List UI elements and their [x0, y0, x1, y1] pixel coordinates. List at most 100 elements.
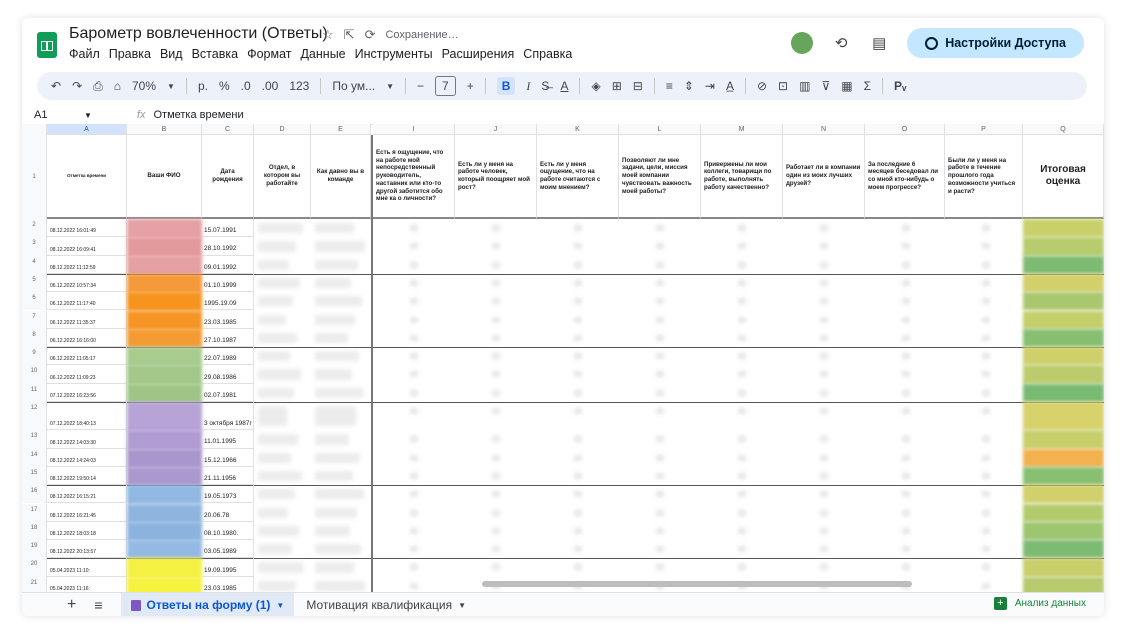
total-score-cell-redacted[interactable] [1023, 466, 1104, 486]
answer-cell-redacted[interactable] [738, 243, 746, 250]
answer-cell-redacted[interactable] [738, 527, 746, 534]
number-format-button[interactable]: 123 [289, 79, 309, 93]
answer-cell-redacted[interactable] [982, 546, 990, 553]
functions-icon[interactable]: Σ [864, 79, 871, 93]
redacted-cell[interactable] [315, 259, 358, 270]
birthdate-cell[interactable]: 29.08.1986 [202, 365, 254, 384]
row-header[interactable]: 20 [22, 558, 47, 577]
redacted-cell[interactable] [315, 544, 361, 555]
font-size-input[interactable]: 7 [435, 76, 456, 96]
answer-cell-redacted[interactable] [410, 371, 418, 378]
redacted-cell[interactable] [258, 452, 291, 463]
birthdate-cell[interactable]: 28.10.1992 [202, 237, 254, 256]
total-score-cell-redacted[interactable] [1023, 219, 1104, 238]
name-cell-redacted[interactable] [127, 503, 202, 523]
answer-cell-redacted[interactable] [492, 436, 500, 443]
answer-cell-redacted[interactable] [902, 389, 910, 396]
total-score-cell-redacted[interactable] [1023, 383, 1104, 402]
answer-cell-redacted[interactable] [410, 509, 418, 516]
answer-cell-redacted[interactable] [656, 371, 664, 378]
answer-cell-redacted[interactable] [574, 389, 582, 396]
birthdate-cell[interactable]: 19.09.1995 [202, 558, 254, 577]
answer-cell-redacted[interactable] [574, 279, 582, 286]
redacted-cell[interactable] [258, 406, 287, 427]
menu-tools[interactable]: Инструменты [355, 47, 433, 61]
select-all-corner[interactable] [22, 124, 47, 135]
menu-help[interactable]: Справка [523, 47, 572, 61]
answer-cell-redacted[interactable] [656, 491, 664, 498]
timestamp-cell[interactable]: 07.12.2022 16:23:56 [47, 383, 127, 402]
redacted-cell[interactable] [258, 296, 293, 307]
answer-cell-redacted[interactable] [410, 243, 418, 250]
row-header[interactable]: 16 [22, 485, 47, 504]
column-header-k[interactable]: K [537, 124, 619, 135]
timestamp-cell[interactable]: 05.04.2023 11:10: [47, 558, 127, 577]
answer-cell-redacted[interactable] [492, 298, 500, 305]
percent-format-button[interactable]: % [219, 79, 230, 93]
answer-cell-redacted[interactable] [410, 564, 418, 571]
total-score-cell-redacted[interactable] [1023, 310, 1104, 329]
answer-cell-redacted[interactable] [492, 408, 500, 414]
timestamp-cell[interactable]: 06.12.2022 11:05:17 [47, 347, 127, 366]
decrease-decimal-button[interactable]: .0 [241, 79, 251, 93]
answer-cell-redacted[interactable] [902, 454, 910, 461]
answer-cell-redacted[interactable] [492, 353, 500, 360]
name-cell-redacted[interactable] [127, 521, 202, 542]
answer-cell-redacted[interactable] [820, 546, 828, 553]
answer-cell-redacted[interactable] [410, 546, 418, 553]
timestamp-cell[interactable]: 08.12.2022 16:15:21 [47, 485, 127, 504]
input-tools-icon[interactable]: Pᵥ [894, 79, 906, 93]
name-cell-redacted[interactable] [127, 328, 202, 349]
answer-cell-redacted[interactable] [738, 389, 746, 396]
row-header[interactable]: 17 [22, 503, 47, 522]
answer-cell-redacted[interactable] [492, 261, 500, 268]
header-cell-e[interactable]: Как давно вы в команде [311, 135, 371, 219]
answer-cell-redacted[interactable] [738, 546, 746, 553]
timestamp-cell[interactable]: 08.12.2022 14:24:03 [47, 448, 127, 467]
timestamp-cell[interactable]: 06.12.2022 10:57:34 [47, 273, 127, 293]
all-sheets-icon[interactable]: ≡ [94, 597, 102, 613]
name-cell-redacted[interactable] [127, 430, 202, 450]
move-icon[interactable]: ⇱ [344, 27, 355, 43]
answer-cell-redacted[interactable] [982, 334, 990, 341]
redacted-cell[interactable] [258, 507, 288, 518]
filter-views-icon[interactable]: ▦ [841, 79, 852, 93]
answer-cell-redacted[interactable] [574, 491, 582, 498]
answer-cell-redacted[interactable] [656, 527, 664, 534]
answer-cell-redacted[interactable] [492, 509, 500, 516]
header-cell-i[interactable]: Есть я ощущение, что на работе мой непос… [373, 135, 455, 219]
answer-cell-redacted[interactable] [574, 243, 582, 250]
cell-reference[interactable]: A1 [22, 109, 84, 121]
birthdate-cell[interactable]: 01.10.1999 [202, 273, 254, 293]
redacted-cell[interactable] [315, 406, 356, 427]
header-cell-b[interactable]: Ваши ФИО [127, 135, 202, 219]
total-score-cell-redacted[interactable] [1023, 255, 1104, 274]
explore-button[interactable]: + Анализ данных [993, 597, 1086, 610]
borders-icon[interactable]: ⊞ [612, 79, 622, 93]
answer-cell-redacted[interactable] [574, 509, 582, 516]
sheet-tab-active[interactable]: Ответы на форму (1) ▼ [120, 593, 295, 616]
redacted-cell[interactable] [315, 507, 357, 518]
answer-cell-redacted[interactable] [902, 509, 910, 516]
timestamp-cell[interactable]: 06.12.2022 11:09:23 [47, 365, 127, 384]
menu-extensions[interactable]: Расширения [442, 47, 515, 61]
answer-cell-redacted[interactable] [902, 316, 910, 323]
answer-cell-redacted[interactable] [982, 527, 990, 534]
answer-cell-redacted[interactable] [656, 316, 664, 323]
answer-cell-redacted[interactable] [902, 279, 910, 286]
header-cell-n[interactable]: Работает ли в компании один из моих лучш… [783, 135, 865, 219]
star-icon[interactable]: ☆ [322, 27, 334, 43]
add-sheet-icon[interactable]: + [67, 596, 76, 614]
answer-cell-redacted[interactable] [982, 261, 990, 268]
total-score-cell-redacted[interactable] [1023, 558, 1104, 577]
answer-cell-redacted[interactable] [492, 316, 500, 323]
comment-icon[interactable]: ⊡ [778, 79, 788, 93]
answer-cell-redacted[interactable] [410, 225, 418, 231]
total-score-cell-redacted[interactable] [1023, 540, 1104, 559]
answer-cell-redacted[interactable] [574, 371, 582, 378]
timestamp-cell[interactable]: 06.12.2022 11:17:40 [47, 292, 127, 311]
fill-color-icon[interactable]: ◈ [591, 79, 600, 93]
timestamp-cell[interactable]: 05.04.2023 11:16: [47, 576, 127, 592]
row-header[interactable]: 21 [22, 576, 47, 592]
history-icon[interactable]: ⟲ [831, 33, 851, 53]
